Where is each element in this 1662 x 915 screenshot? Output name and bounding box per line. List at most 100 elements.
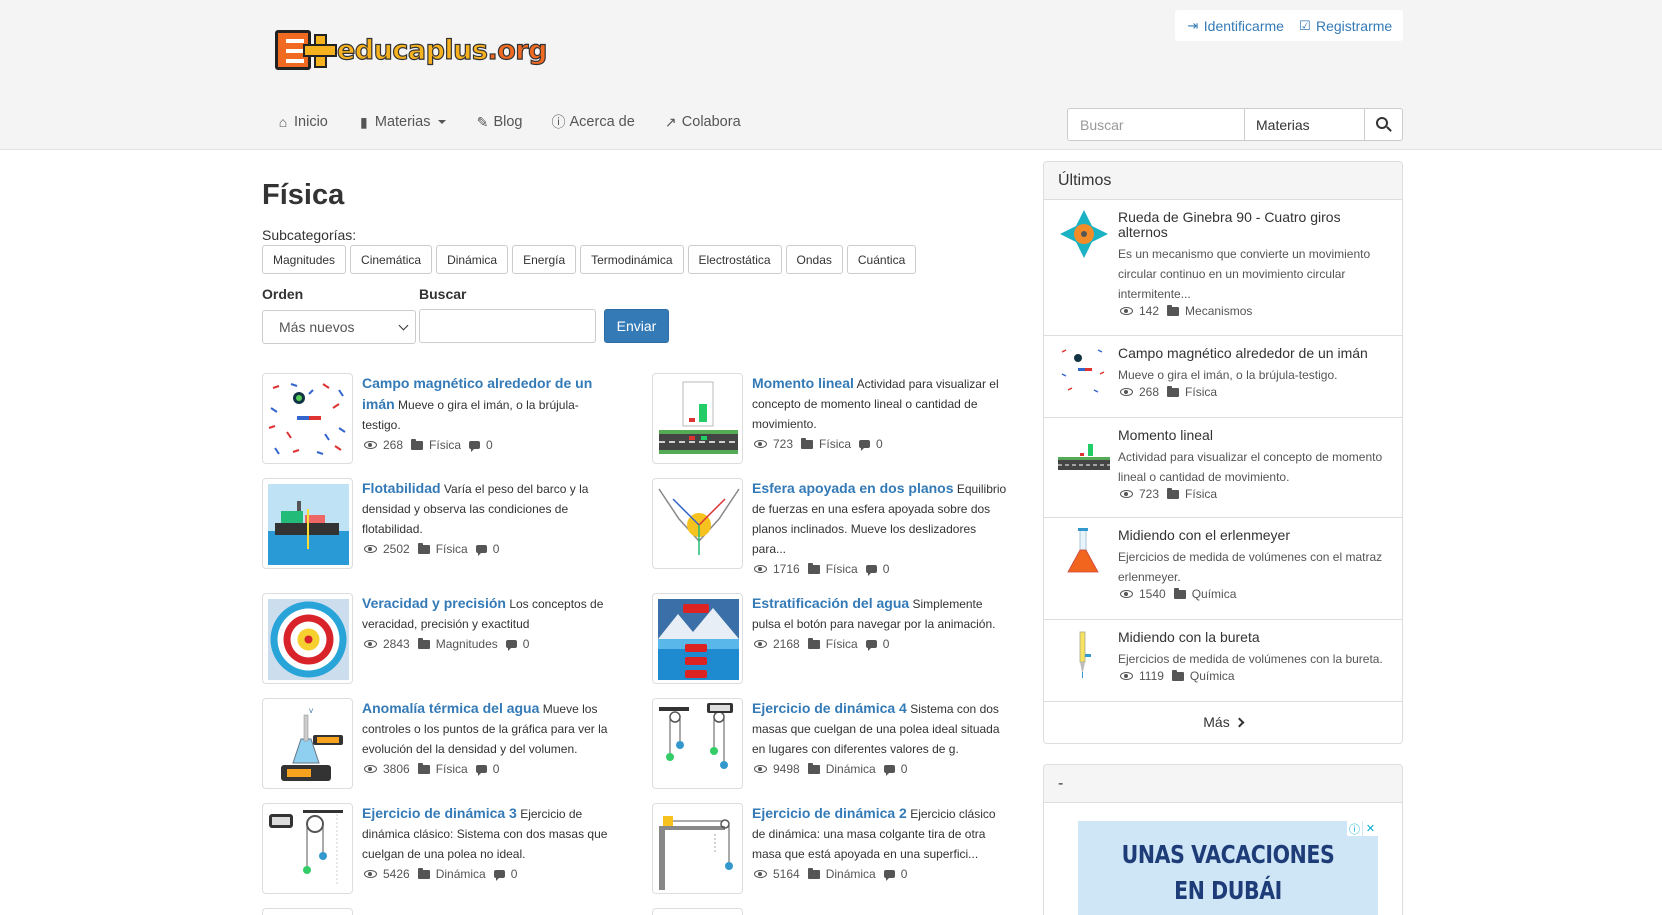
eye-icon — [364, 545, 377, 553]
ad-controls: ⓘ ✕ — [1347, 821, 1378, 836]
item-thumbnail[interactable] — [262, 593, 353, 684]
nav-item-acerca[interactable]: ⓘ Acerca de — [552, 112, 635, 132]
subcategory-button[interactable]: Magnitudes — [262, 245, 347, 274]
search-icon — [1376, 117, 1388, 129]
site-logo[interactable]: educaplus.org — [273, 26, 548, 74]
item-thumbnail[interactable]: V — [262, 698, 353, 789]
subcategory-button[interactable]: Dinámica — [436, 245, 509, 274]
eye-icon — [1120, 307, 1133, 315]
item-title-link[interactable]: Momento lineal — [752, 375, 854, 391]
item-thumbnail[interactable] — [652, 478, 743, 569]
order-select[interactable]: Más nuevos — [262, 310, 416, 344]
item-title-link[interactable]: Ejercicio de dinámica 3 — [362, 805, 517, 821]
eye-icon — [1120, 590, 1133, 598]
nav-item-materias[interactable]: ▮ Materias — [357, 112, 447, 132]
eye-icon — [1120, 490, 1133, 498]
latest-item[interactable]: Campo magnético alrededor de un imán Mue… — [1044, 336, 1402, 418]
search-scope-select[interactable]: Materias — [1244, 108, 1364, 141]
eye-icon — [754, 440, 767, 448]
item-thumbnail — [1058, 344, 1110, 396]
eye-icon — [364, 870, 377, 878]
header-search: Materias — [1067, 108, 1403, 141]
ad-close-icon[interactable]: ✕ — [1363, 821, 1378, 836]
site-header: educaplus.org ⇥ Identificarme ☑ Registrarm… — [0, 0, 1662, 150]
item-meta: 3806 Física 0 — [362, 759, 617, 779]
order-label: Orden — [262, 286, 304, 302]
latest-item[interactable]: Rueda de Ginebra 90 - Cuatro giros alter… — [1044, 200, 1402, 336]
item-meta: 9498 Dinámica 0 — [752, 759, 1007, 779]
latest-item[interactable]: Midiendo con el erlenmeyer Ejercicios de… — [1044, 518, 1402, 620]
item-meta: 268 Física — [1118, 385, 1393, 399]
subcategory-button[interactable]: Cinemática — [350, 245, 433, 274]
item-meta: 5164 Dinámica 0 — [752, 864, 1007, 884]
comment-icon — [865, 565, 877, 576]
item-thumbnail[interactable] — [262, 803, 353, 894]
item-thumbnail-partial — [652, 908, 743, 915]
item-title-link[interactable]: Esfera apoyada en dos planos — [752, 480, 954, 496]
chevron-right-icon — [1234, 717, 1245, 727]
item-meta: 2502 Física 0 — [362, 539, 617, 559]
subcategory-list: Magnitudes Cinemática Dinámica Energía T… — [262, 245, 917, 274]
folder-icon — [417, 542, 430, 554]
folder-icon — [1173, 587, 1186, 599]
ad-headline-2: EN DUBÁI — [1174, 876, 1282, 905]
latest-item-description: Actividad para visualizar el concepto de… — [1118, 450, 1383, 484]
subcategory-button[interactable]: Ondas — [785, 245, 843, 274]
eye-icon — [1120, 388, 1133, 396]
comment-icon — [883, 765, 895, 776]
nav-item-blog[interactable]: ✎ Blog — [475, 112, 523, 132]
item-thumbnail-partial — [262, 908, 353, 915]
item-title-link[interactable]: Flotabilidad — [362, 480, 441, 496]
comment-icon — [865, 640, 877, 651]
item-thumbnail[interactable] — [262, 373, 353, 464]
item-title-link[interactable]: Anomalía térmica del agua — [362, 700, 539, 716]
comment-icon — [475, 765, 487, 776]
latest-item-description: Es un mecanismo que convierte un movimie… — [1118, 247, 1371, 301]
item-title-link[interactable]: Estratificación del agua — [752, 595, 909, 611]
filter-search-input[interactable] — [419, 309, 596, 343]
item-meta: 2168 Física 0 — [752, 634, 1007, 654]
nav-item-inicio[interactable]: ⌂ Inicio — [276, 112, 328, 132]
header-search-input[interactable] — [1067, 108, 1244, 141]
item-thumbnail[interactable] — [652, 593, 743, 684]
item-title-link[interactable]: Ejercicio de dinámica 2 — [752, 805, 907, 821]
eye-icon — [364, 640, 377, 648]
more-button[interactable]: Más — [1044, 702, 1402, 742]
subcategory-button[interactable]: Electrostática — [687, 245, 782, 274]
item-meta: 723 Física — [1118, 487, 1393, 501]
caret-down-icon — [438, 120, 447, 124]
latest-item-description: Ejercicios de medida de volúmenes con la… — [1118, 652, 1383, 666]
item-thumbnail[interactable] — [652, 803, 743, 894]
subcategory-button[interactable]: Cuántica — [846, 245, 917, 274]
comment-icon — [475, 545, 487, 556]
pencil-icon: ✎ — [476, 113, 489, 130]
ad-info-icon[interactable]: ⓘ — [1347, 821, 1362, 836]
latest-item[interactable]: Momento lineal Actividad para visualizar… — [1044, 418, 1402, 518]
submit-button[interactable]: Enviar — [604, 309, 669, 343]
logo-mark — [273, 28, 337, 72]
share-icon: ↗ — [664, 113, 677, 130]
latest-item-title: Rueda de Ginebra 90 - Cuatro giros alter… — [1118, 209, 1341, 240]
subcategory-button[interactable]: Termodinámica — [580, 245, 684, 274]
register-link[interactable]: ☑ Registrarme — [1298, 18, 1392, 34]
comment-icon — [505, 640, 517, 651]
search-button[interactable] — [1364, 108, 1403, 141]
item-title-link[interactable]: Veracidad y precisión — [362, 595, 506, 611]
item-thumbnail[interactable] — [262, 478, 353, 569]
folder-icon — [1167, 385, 1180, 397]
item-meta: 5426 Dinámica 0 — [362, 864, 617, 884]
item-title-link[interactable]: Ejercicio de dinámica 4 — [752, 700, 907, 716]
nav-item-colabora[interactable]: ↗ Colabora — [664, 112, 741, 132]
folder-icon — [1167, 487, 1180, 499]
item-meta: 142 Mecanismos — [1118, 304, 1393, 318]
latest-item-title: Midiendo con el erlenmeyer — [1118, 527, 1290, 543]
item-thumbnail[interactable] — [652, 373, 743, 464]
advertisement-banner[interactable]: UNAS VACACIONES EN DUBÁI ⓘ ✕ — [1078, 821, 1378, 915]
sign-in-icon: ⇥ — [1187, 17, 1199, 33]
latest-item[interactable]: Midiendo con la bureta Ejercicios de med… — [1044, 620, 1402, 702]
subcategory-button[interactable]: Energía — [512, 245, 577, 274]
login-link[interactable]: ⇥ Identificarme — [1186, 18, 1284, 34]
item-thumbnail[interactable] — [652, 698, 743, 789]
book-icon: ▮ — [360, 113, 368, 130]
eye-icon — [754, 870, 767, 878]
